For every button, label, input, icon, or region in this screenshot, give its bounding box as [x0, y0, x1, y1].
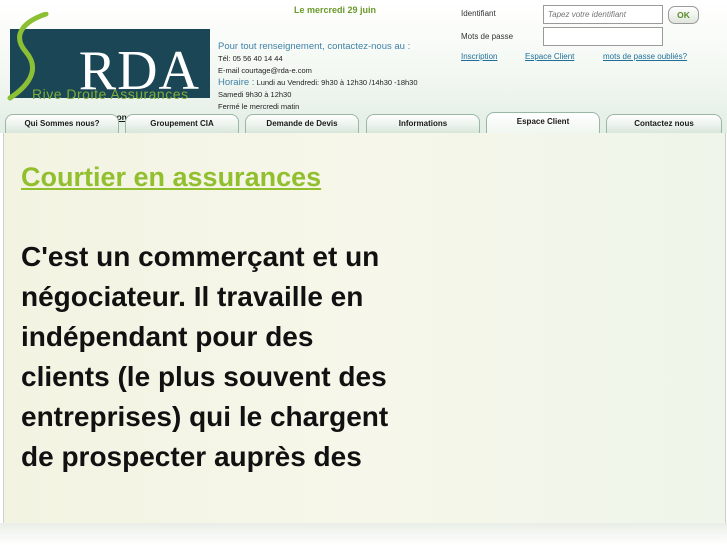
- register-link[interactable]: Inscription: [461, 52, 497, 61]
- hours-weekdays: Lundi au Vendredi: 9h30 à 12h30 /14h30 -…: [256, 78, 418, 87]
- contact-info: Pour tout renseignement, contactez-nous …: [218, 41, 418, 113]
- contact-phone: Tél: 05 56 40 14 44: [218, 54, 283, 63]
- tab-informations[interactable]: Informations: [366, 114, 480, 133]
- identifier-input[interactable]: [543, 5, 663, 24]
- forgot-password-link[interactable]: mots de passe oubliés?: [603, 52, 687, 61]
- content-panel: Courtier en assurances C'est un commerça…: [3, 133, 726, 523]
- password-label: Mots de passe: [461, 32, 514, 41]
- tab-groupement-cia[interactable]: Groupement CIA: [125, 114, 239, 133]
- tab-demande-de-devis[interactable]: Demande de Devis: [245, 114, 359, 133]
- login-form: Identifiant OK Mots de passe Inscription…: [461, 4, 723, 66]
- tab-contactez-nous[interactable]: Contactez nous: [606, 114, 722, 133]
- tab-espace-client[interactable]: Espace Client: [486, 112, 600, 133]
- client-space-link[interactable]: Espace Client: [525, 52, 574, 61]
- identifier-label: Identifiant: [461, 9, 496, 18]
- contact-hours: Horaire : Lundi au Vendredi: 9h30 à 12h3…: [218, 77, 418, 89]
- content-body: C'est un commerçant et un négociateur. I…: [21, 241, 389, 472]
- contact-email: E-mail courtage@rda-e.com: [218, 66, 312, 75]
- panel-footer-fade: [0, 523, 727, 545]
- logo[interactable]: RDA Rive Droite Assurances Votre assureu…: [4, 12, 212, 122]
- hours-label: Horaire :: [218, 77, 255, 88]
- page-title[interactable]: Courtier en assurances: [21, 162, 321, 193]
- contact-heading: Pour tout renseignement, contactez-nous …: [218, 41, 411, 52]
- hours-saturday: Samedi 9h30 à 12h30: [218, 90, 292, 99]
- password-input[interactable]: [543, 27, 663, 46]
- ok-button[interactable]: OK: [668, 6, 699, 24]
- main-nav: Qui Sommes nous? Groupement CIA Demande …: [0, 112, 727, 133]
- logo-subtitle: Rive Droite Assurances: [32, 86, 189, 102]
- site-header: RDA Rive Droite Assurances Votre assureu…: [0, 0, 727, 133]
- current-date: Le mercredi 29 juin: [294, 5, 377, 15]
- hours-closed: Fermé le mercredi matin: [218, 102, 300, 111]
- content-area: Courtier en assurances C'est un commerça…: [0, 133, 727, 545]
- tab-qui-sommes-nous[interactable]: Qui Sommes nous?: [5, 114, 119, 133]
